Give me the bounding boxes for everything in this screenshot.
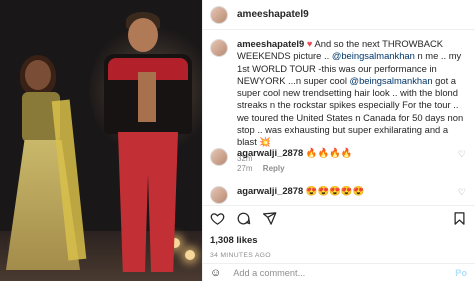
comment-username[interactable]: agarwalji_2878	[237, 185, 303, 196]
action-bar	[210, 211, 277, 226]
mention-link[interactable]: @beingsalmankhan	[332, 50, 415, 61]
post-timestamp: 34 MINUTES AGO	[210, 252, 271, 259]
actions-divider	[203, 205, 475, 206]
post-header: ameeshapatel9	[203, 0, 475, 30]
bookmark-icon[interactable]	[452, 211, 467, 226]
comment: agarwalji_2878 🔥🔥🔥🔥 27m Reply ♡	[210, 147, 472, 176]
avatar[interactable]	[210, 39, 228, 57]
like-comment-icon[interactable]: ♡	[458, 187, 466, 198]
comment-text: 🔥🔥🔥🔥	[305, 147, 353, 158]
explosion-emoji: 💥	[259, 136, 272, 148]
mention-link[interactable]: @beingsalmankhan	[350, 75, 433, 86]
woman-head	[25, 60, 51, 90]
comments-section: ameeshapatel9 ♥ And so the next THROWBAC…	[203, 30, 475, 210]
post-button[interactable]: Po	[455, 268, 467, 278]
smiley-icon[interactable]: ☺	[210, 267, 221, 279]
comment-text: 😍😍😍😍😍	[305, 185, 365, 196]
caption-heart-icon: ♥	[306, 38, 313, 49]
avatar[interactable]	[210, 148, 228, 166]
post-image[interactable]	[0, 0, 202, 281]
like-count[interactable]: 1,308 likes	[210, 235, 258, 246]
add-comment-bar: ☺ Add a comment... Po	[203, 263, 475, 281]
avatar[interactable]	[210, 186, 228, 204]
avatar[interactable]	[210, 5, 228, 24]
comment: agarwalji_2878 😍😍😍😍😍 ♡	[210, 185, 472, 204]
comment-icon[interactable]	[236, 211, 251, 226]
comment-username[interactable]: agarwalji_2878	[237, 147, 303, 158]
comment-input[interactable]: Add a comment...	[233, 268, 305, 278]
like-comment-icon[interactable]: ♡	[458, 149, 466, 160]
comment-time: 27m	[237, 164, 253, 174]
share-icon[interactable]	[262, 211, 277, 226]
stage-light	[185, 250, 195, 260]
man-chest	[138, 72, 156, 122]
header-username[interactable]: ameeshapatel9	[237, 9, 309, 20]
man-head	[128, 18, 158, 52]
reply-button[interactable]: Reply	[263, 164, 285, 173]
caption: ameeshapatel9 ♥ And so the next THROWBAC…	[210, 38, 472, 165]
caption-username[interactable]: ameeshapatel9	[237, 38, 304, 49]
heart-icon[interactable]	[210, 211, 225, 226]
